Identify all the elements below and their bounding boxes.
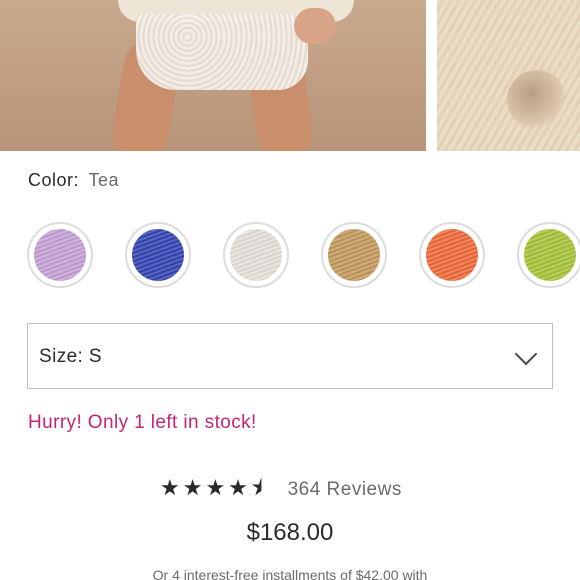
- product-price: $168.00: [246, 519, 334, 546]
- swatch-fill: [230, 229, 282, 281]
- swatch-fill: [426, 229, 478, 281]
- knit-fold: [507, 70, 567, 130]
- size-select[interactable]: Size: S: [27, 323, 553, 389]
- swatch-fill: [524, 229, 576, 281]
- color-swatch-royal-blue[interactable]: [125, 222, 191, 288]
- installments-info: Or 4 interest-free installments of $42.0…: [152, 567, 428, 580]
- swatch-fill: [132, 229, 184, 281]
- swatch-fill: [34, 229, 86, 281]
- color-swatch-lime[interactable]: [517, 222, 580, 288]
- color-selection-label: Color: Tea: [28, 170, 119, 191]
- rating-stars-icon: ★★★★⯨: [160, 476, 266, 501]
- product-photo-detail[interactable]: [437, 0, 580, 151]
- model-hand: [294, 8, 336, 44]
- color-swatch-camel[interactable]: [321, 222, 387, 288]
- product-image-gallery[interactable]: [0, 0, 580, 151]
- color-swatch-ivory[interactable]: [223, 222, 289, 288]
- color-swatch-lavender[interactable]: [27, 222, 93, 288]
- product-photo-main[interactable]: [0, 0, 426, 151]
- reviews-link[interactable]: 364 Reviews: [288, 479, 402, 501]
- size-select-value: Size: S: [39, 346, 102, 367]
- lace-slip: [136, 14, 308, 90]
- low-stock-message: Hurry! Only 1 left in stock!: [28, 412, 257, 433]
- swatch-fill: [328, 229, 380, 281]
- color-swatch-orange[interactable]: [419, 222, 485, 288]
- color-label: Color:: [28, 170, 80, 190]
- chevron-down-icon[interactable]: [514, 342, 538, 366]
- product-rating[interactable]: ★★★★⯨ 364 Reviews: [160, 476, 402, 504]
- color-value: Tea: [88, 170, 120, 190]
